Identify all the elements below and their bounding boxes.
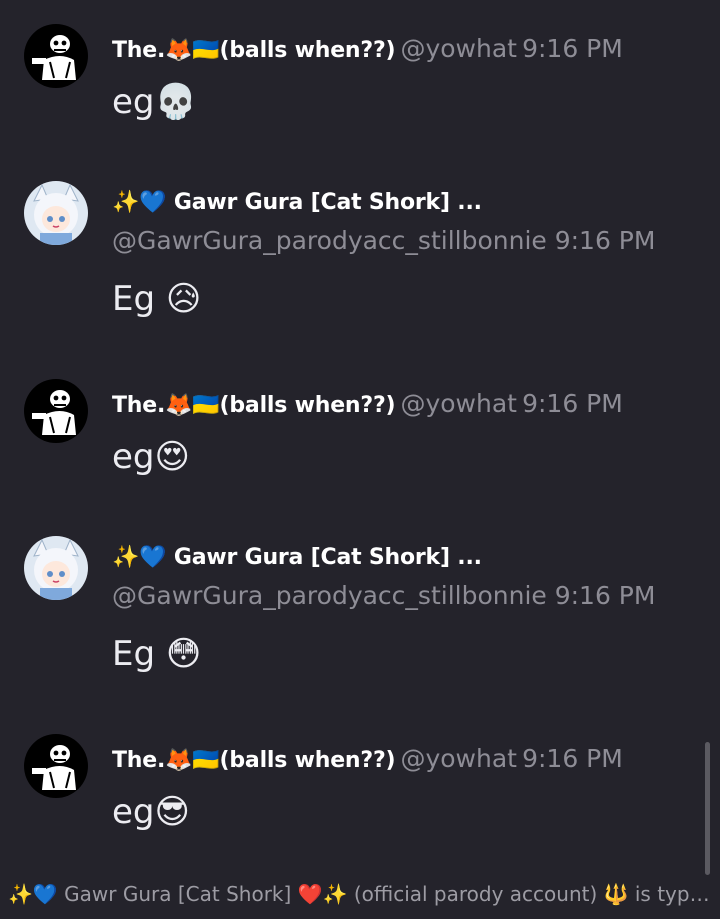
username[interactable]: ✨💙 Gawr Gura [Cat Shork] ... <box>112 190 482 215</box>
username[interactable]: The.🦊🇺🇦(balls when??) <box>112 393 396 418</box>
typing-indicator: ✨💙 Gawr Gura [Cat Shork] ❤️✨ (official p… <box>8 882 712 906</box>
scrollbar[interactable] <box>705 742 710 875</box>
user-handle[interactable]: @GawrGura_parodyacc_stillbonnie <box>112 226 547 255</box>
timestamp: 9:16 PM <box>554 581 656 610</box>
username[interactable]: ✨💙 Gawr Gura [Cat Shork] ... <box>112 545 482 570</box>
user-handle[interactable]: @yowhat <box>400 744 517 773</box>
gura-avatar[interactable] <box>24 181 88 245</box>
user-handle[interactable]: @yowhat <box>400 34 517 63</box>
timestamp: 9:16 PM <box>522 34 623 63</box>
message-text: eg😎 <box>112 792 190 832</box>
message-text: Eg 😳 <box>112 634 202 674</box>
username[interactable]: The.🦊🇺🇦(balls when??) <box>112 38 396 63</box>
timestamp: 9:16 PM <box>522 744 623 773</box>
user-handle[interactable]: @GawrGura_parodyacc_stillbonnie <box>112 581 547 610</box>
sans-avatar[interactable] <box>24 734 88 798</box>
message-text: eg😍 <box>112 437 190 477</box>
timestamp: 9:16 PM <box>554 226 656 255</box>
message-text: eg💀 <box>112 82 197 122</box>
sans-avatar[interactable] <box>24 24 88 88</box>
username[interactable]: The.🦊🇺🇦(balls when??) <box>112 748 396 773</box>
user-handle[interactable]: @yowhat <box>400 389 517 418</box>
message-text: Eg 😥 <box>112 279 202 319</box>
timestamp: 9:16 PM <box>522 389 623 418</box>
sans-avatar[interactable] <box>24 379 88 443</box>
chat-view: The.🦊🇺🇦(balls when??) @yowhat 9:16 PM eg… <box>0 0 720 919</box>
gura-avatar[interactable] <box>24 536 88 600</box>
